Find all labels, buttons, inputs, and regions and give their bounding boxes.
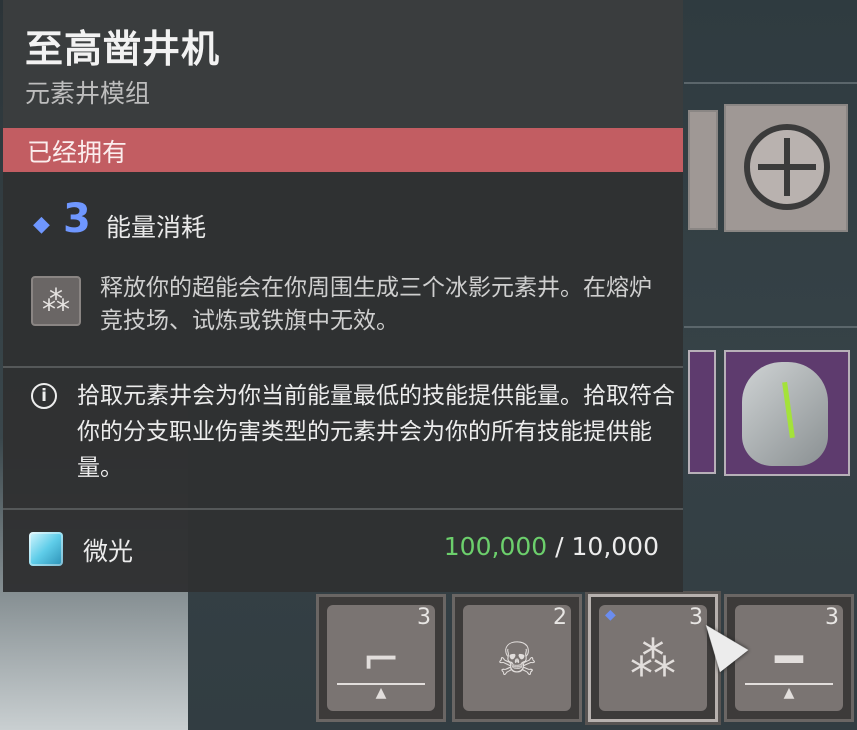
glimmer-icon [29,532,63,566]
weapon-rifle-icon: ⌐ [361,632,401,686]
elemental-well-perk-icon: ⁂ [31,276,81,326]
glimmer-owned: 100,000 [443,532,548,561]
divider [684,326,857,328]
perk-description: 释放你的超能会在你周围生成三个冰影元素井。在熔炉竞技场、试炼或铁旗中无效。 [100,275,652,334]
socket-cost: 3 [825,605,839,630]
energy-cost-label: 能量消耗 [106,213,207,242]
chevron-up-icon: ▲ [375,685,387,701]
energy-diamond-icon: ◆ [33,212,50,237]
glimmer-required: 10,000 [571,532,659,561]
socket-cost: 3 [689,605,703,630]
info-icon: i [31,383,57,409]
energy-diamond-icon: ◆ [605,607,616,623]
armor-slot[interactable] [688,350,716,474]
socket-cost: 3 [417,605,431,630]
cost-row: 微光 100,000 / 10,000 [3,510,683,592]
mod-slot-vent[interactable] [724,104,848,232]
mod-slot[interactable] [688,110,718,230]
vent-emblem-icon [744,124,830,210]
mod-socket-selected[interactable]: ◆ 3 ⁂ [588,594,718,722]
tooltip-header: 至高凿井机 元素井模组 [3,0,683,128]
chevron-up-icon: ▲ [783,685,795,701]
divider [3,366,683,368]
cost-values: 100,000 / 10,000 [444,532,659,561]
mod-socket[interactable]: 3 ⌐ ▲ [316,594,446,722]
item-title: 至高凿井机 [25,27,221,71]
mod-socket[interactable]: 3 ━ ▲ [724,594,854,722]
skull-icon: ☠ [496,632,538,686]
socket-cost: 2 [553,605,567,630]
item-type: 元素井模组 [25,79,151,108]
helmet-icon [742,362,828,466]
owned-banner: 已经拥有 [3,128,683,172]
cost-label: 微光 [83,537,134,566]
mod-socket[interactable]: 2 ☠ [452,594,582,722]
info-text: 拾取元素井会为你当前能量最低的技能提供能量。拾取符合你的分支职业伤害类型的元素井… [77,383,675,481]
cost-separator: / [555,532,564,561]
armor-slot-helmet[interactable] [724,350,850,476]
owned-status: 已经拥有 [27,138,128,167]
divider [684,82,857,84]
item-tooltip: 至高凿井机 元素井模组 已经拥有 ◆ 3 能量消耗 ⁂ 释放你的超能会在你周围生… [3,0,683,592]
weapon-sniper-icon: ━ [775,632,803,686]
energy-cost-value: 3 [63,196,91,242]
